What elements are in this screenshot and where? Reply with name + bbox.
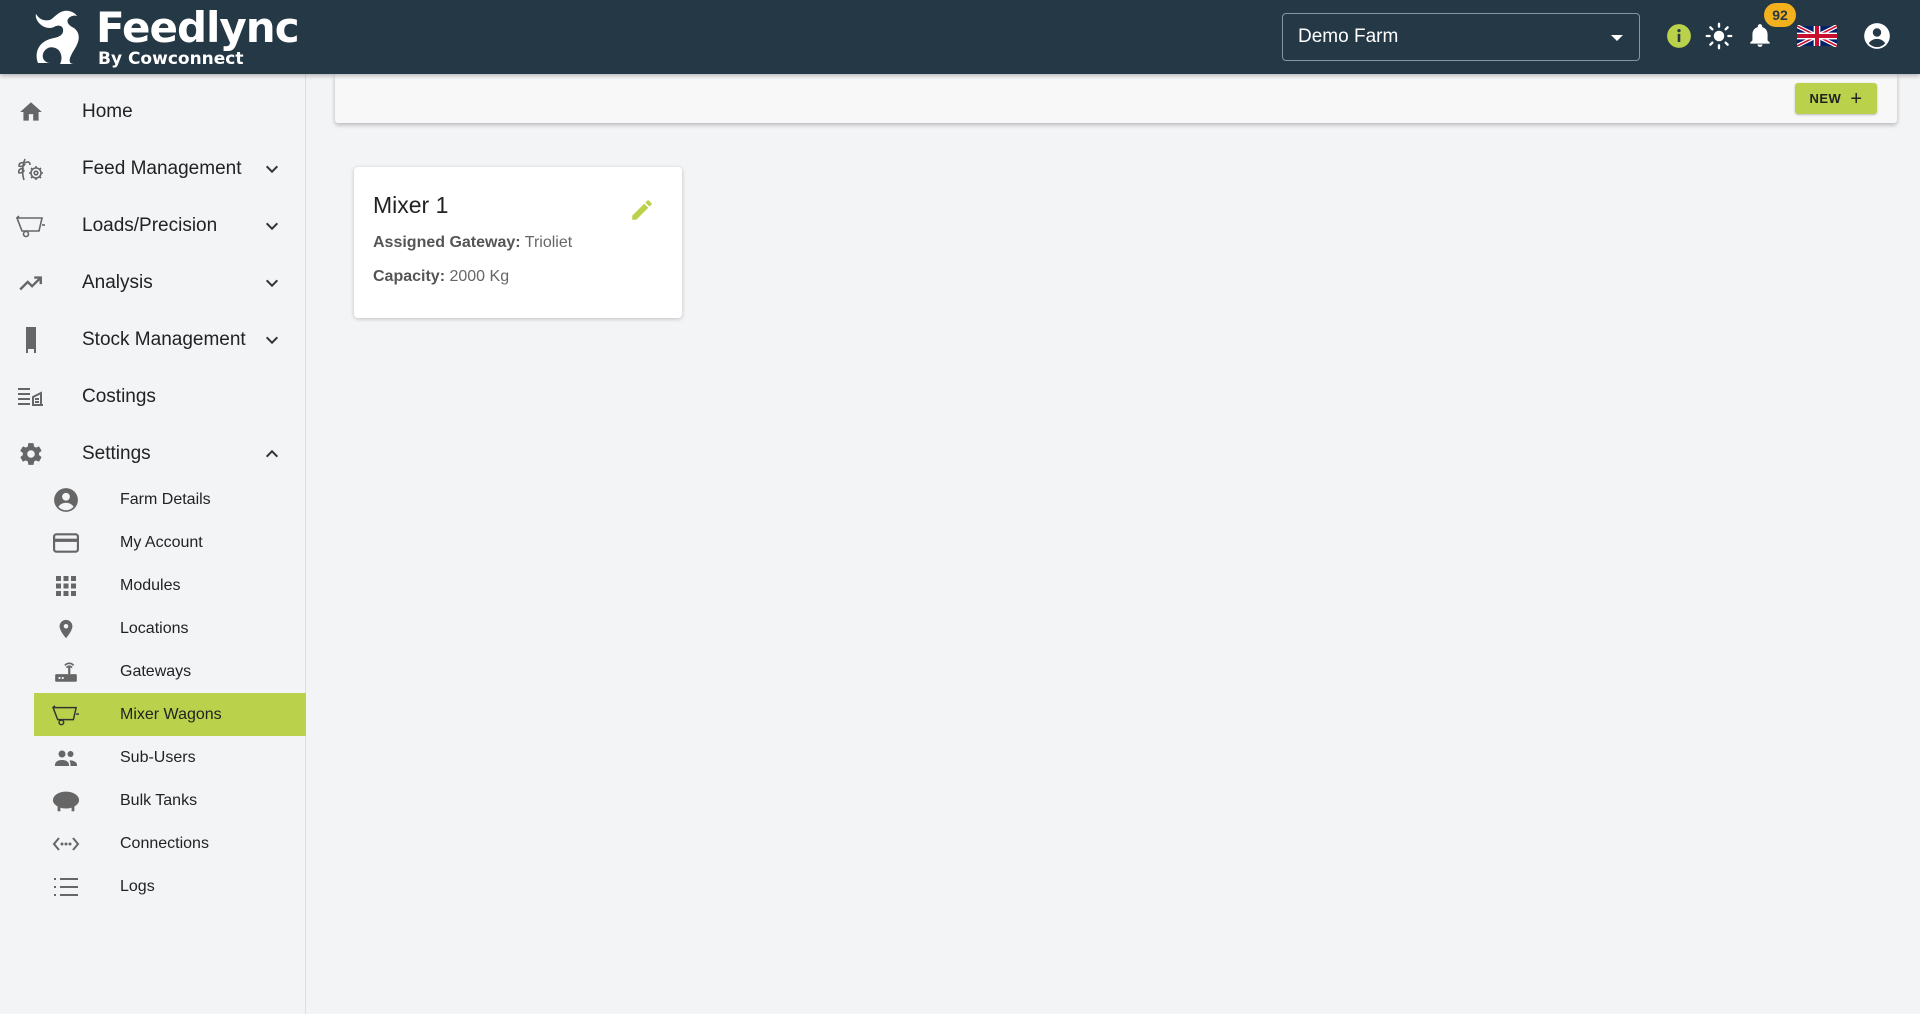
sidebar-item-connections[interactable]: Connections xyxy=(34,822,306,865)
sidebar-item-label: Farm Details xyxy=(120,490,211,508)
language-button[interactable] xyxy=(1797,21,1837,51)
mixer-wagon-icon xyxy=(16,211,46,241)
sidebar-item-my-account[interactable]: My Account xyxy=(34,521,306,564)
sidebar-item-analysis[interactable]: Analysis xyxy=(0,254,306,311)
chevron-down-icon xyxy=(262,159,282,179)
credit-card-icon xyxy=(52,529,80,557)
top-app-bar: Feedlync By Cowconnect Demo Farm 92 xyxy=(0,0,1920,74)
sidebar-item-feed-management[interactable]: Feed Management xyxy=(0,140,306,197)
capacity-value: 2000 Kg xyxy=(449,268,510,285)
app-logo[interactable]: Feedlync By Cowconnect xyxy=(30,2,300,70)
trending-up-icon xyxy=(16,268,46,298)
sidebar-item-label: My Account xyxy=(120,533,203,551)
app-subtitle: By Cowconnect xyxy=(98,48,244,69)
sidebar-item-locations[interactable]: Locations xyxy=(34,607,306,650)
uk-flag-icon xyxy=(1797,25,1837,47)
sidebar-item-modules[interactable]: Modules xyxy=(34,564,306,607)
grid-icon xyxy=(52,572,80,600)
sidebar-item-label: Sub-Users xyxy=(120,748,196,766)
pencil-icon xyxy=(632,200,652,220)
page-toolbar: NEW + xyxy=(335,74,1897,123)
feed-management-icon xyxy=(16,154,46,184)
sidebar-item-label: Mixer Wagons xyxy=(120,705,222,723)
account-circle-icon xyxy=(52,486,80,514)
sidebar: Home Feed Management Loads/Precision Ana… xyxy=(0,74,306,1014)
farm-select-value: Demo Farm xyxy=(1298,26,1399,47)
chevron-down-icon xyxy=(262,273,282,293)
home-icon xyxy=(16,97,46,127)
capacity-label: Capacity: xyxy=(373,268,446,285)
sidebar-item-bulk-tanks[interactable]: Bulk Tanks xyxy=(34,779,306,822)
sidebar-item-label: Locations xyxy=(120,619,189,637)
app-name: Feedlync xyxy=(96,2,300,52)
chevron-up-icon xyxy=(262,444,282,464)
sidebar-item-label: Analysis xyxy=(82,271,153,293)
location-pin-icon xyxy=(52,615,80,643)
sun-icon xyxy=(1705,22,1733,50)
mixer-card: Mixer 1 Assigned Gateway: Trioliet Capac… xyxy=(354,167,682,318)
sidebar-item-gateways[interactable]: Gateways xyxy=(34,650,306,693)
gear-icon xyxy=(16,439,46,469)
sidebar-item-farm-details[interactable]: Farm Details xyxy=(34,478,306,521)
gateway-label: Assigned Gateway: xyxy=(373,234,521,251)
new-mixer-button[interactable]: NEW + xyxy=(1795,83,1877,114)
sidebar-item-label: Logs xyxy=(120,877,155,895)
notification-count-badge: 92 xyxy=(1764,3,1796,27)
sidebar-item-costings[interactable]: Costings xyxy=(0,368,306,425)
farm-select[interactable]: Demo Farm xyxy=(1282,13,1640,61)
mixer-capacity: Capacity: 2000 Kg xyxy=(373,268,509,286)
chevron-down-icon xyxy=(262,330,282,350)
sidebar-item-label: Modules xyxy=(120,576,181,594)
sidebar-item-stock-management[interactable]: Stock Management xyxy=(0,311,306,368)
gateway-value: Trioliet xyxy=(524,234,573,251)
silo-icon xyxy=(16,325,46,355)
caret-down-icon xyxy=(1611,35,1623,41)
sidebar-item-label: Stock Management xyxy=(82,328,246,350)
account-circle-icon xyxy=(1864,23,1890,49)
sidebar-item-logs[interactable]: Logs xyxy=(34,865,306,908)
sidebar-item-label: Settings xyxy=(82,442,151,464)
chevron-down-icon xyxy=(262,216,282,236)
theme-toggle-button[interactable] xyxy=(1704,21,1734,51)
sidebar-item-loads-precision[interactable]: Loads/Precision xyxy=(0,197,306,254)
info-button[interactable] xyxy=(1664,21,1694,51)
tank-icon xyxy=(52,787,80,815)
new-button-label: NEW xyxy=(1809,91,1842,106)
sidebar-item-label: Loads/Precision xyxy=(82,214,218,236)
sidebar-item-label: Connections xyxy=(120,834,209,852)
sidebar-item-settings[interactable]: Settings xyxy=(0,425,306,482)
plus-icon: + xyxy=(1850,87,1863,110)
sidebar-item-mixer-wagons[interactable]: Mixer Wagons xyxy=(34,693,306,736)
sidebar-item-sub-users[interactable]: Sub-Users xyxy=(34,736,306,779)
sidebar-item-label: Gateways xyxy=(120,662,192,680)
info-icon xyxy=(1667,24,1691,48)
user-account-button[interactable] xyxy=(1862,21,1892,51)
edit-mixer-button[interactable] xyxy=(627,195,657,225)
bell-icon xyxy=(1750,24,1770,47)
sidebar-item-label: Costings xyxy=(82,385,156,407)
costings-icon xyxy=(16,382,46,412)
list-icon xyxy=(52,873,80,901)
mixer-gateway: Assigned Gateway: Trioliet xyxy=(373,234,572,252)
sidebar-item-label: Feed Management xyxy=(82,157,242,179)
sidebar-item-label: Bulk Tanks xyxy=(120,791,198,809)
people-icon xyxy=(52,744,80,772)
connection-icon xyxy=(52,830,80,858)
router-icon xyxy=(52,658,80,686)
mixer-wagon-icon xyxy=(52,701,80,729)
sidebar-item-label: Home xyxy=(82,100,133,122)
mixer-name: Mixer 1 xyxy=(373,192,449,218)
cow-logo-icon xyxy=(35,10,79,64)
sidebar-item-home[interactable]: Home xyxy=(0,83,306,140)
